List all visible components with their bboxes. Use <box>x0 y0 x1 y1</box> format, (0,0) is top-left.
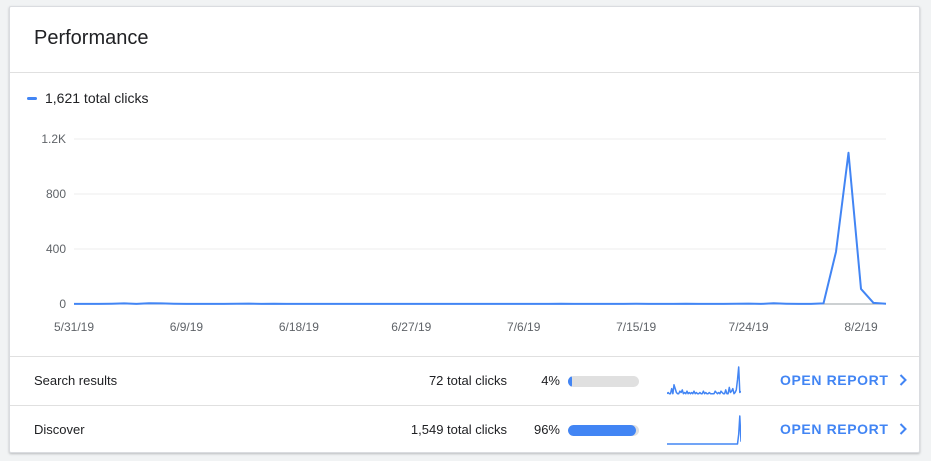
row-discover[interactable]: Discover 1,549 total clicks 96% OPEN REP… <box>10 405 919 455</box>
sparkline-series <box>667 366 741 395</box>
row-label: Discover <box>34 422 85 437</box>
x-tick-label: 6/27/19 <box>391 320 431 334</box>
row-percent: 4% <box>541 373 560 388</box>
row-percent-bar-fill <box>568 376 572 387</box>
chart-legend[interactable]: 1,621 total clicks <box>27 89 149 107</box>
card-title: Performance <box>34 27 149 49</box>
row-percent: 96% <box>533 422 560 437</box>
row-percent-bar <box>568 425 639 436</box>
clicks-line-chart[interactable]: 0 400 800 1.2K 5/31/19 6/9/19 6/18/19 6/27/19 7/… <box>10 127 915 337</box>
performance-card: Performance 1,621 total clicks 0 400 800 1.… <box>9 6 920 453</box>
chevron-right-icon <box>899 423 907 435</box>
y-tick-label: 0 <box>59 297 66 311</box>
row-total-clicks: 72 total clicks <box>428 373 507 388</box>
open-report-button[interactable]: OPEN REPORT <box>780 421 907 437</box>
x-tick-label: 6/18/19 <box>279 320 319 334</box>
card-header: Performance <box>10 7 919 73</box>
row-percent-bar <box>568 376 639 387</box>
open-report-label: OPEN REPORT <box>780 421 889 437</box>
row-sparkline <box>667 415 741 445</box>
x-tick-label: 7/6/19 <box>507 320 541 334</box>
open-report-button[interactable]: OPEN REPORT <box>780 372 907 388</box>
x-tick-label: 7/24/19 <box>729 320 769 334</box>
row-percent-bar-fill <box>568 425 637 436</box>
sparkline-series <box>667 415 741 445</box>
open-report-label: OPEN REPORT <box>780 372 889 388</box>
x-tick-label: 5/31/19 <box>54 320 94 334</box>
x-tick-label: 7/15/19 <box>616 320 656 334</box>
clicks-series-line[interactable] <box>74 151 887 305</box>
row-label: Search results <box>34 373 118 388</box>
x-tick-label: 6/9/19 <box>170 320 204 334</box>
y-tick-label: 800 <box>46 187 66 201</box>
legend-label: 1,621 total clicks <box>45 90 149 106</box>
x-tick-label: 8/2/19 <box>844 320 878 334</box>
y-tick-label: 400 <box>46 242 66 256</box>
chevron-right-icon <box>899 374 907 386</box>
row-search-results[interactable]: Search results 72 total clicks 4% OPEN R… <box>10 356 919 406</box>
row-sparkline <box>667 366 741 395</box>
legend-swatch <box>27 96 37 100</box>
y-tick-label: 1.2K <box>41 132 66 146</box>
row-total-clicks: 1,549 total clicks <box>410 422 507 437</box>
